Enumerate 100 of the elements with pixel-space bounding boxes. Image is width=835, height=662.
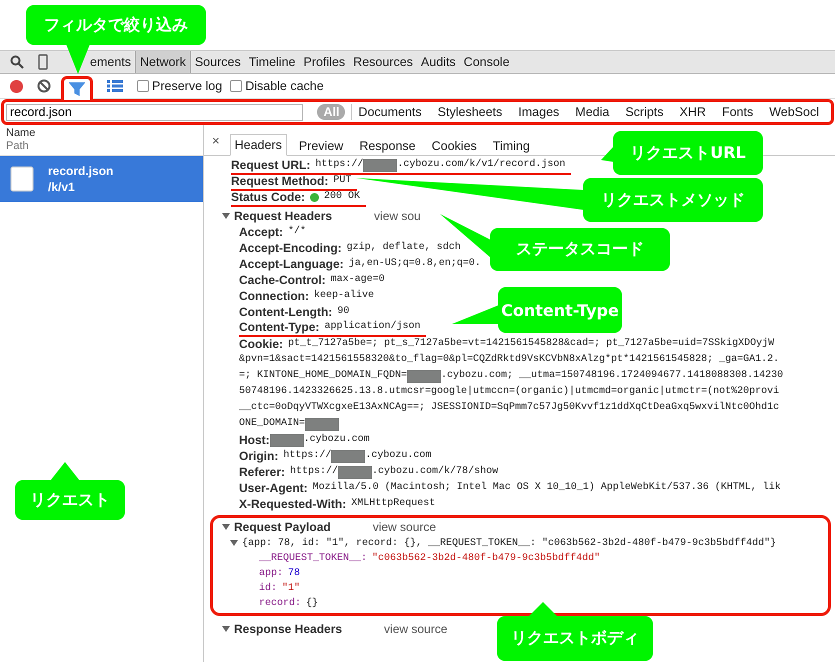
panel-tab[interactable]: Profiles [299,51,350,73]
header-name: Status Code: [231,189,306,205]
payload-summary[interactable]: {app: 78, id: "1", record: {}, __REQUEST_TOKEN__: "c063b562-3b2d-480f-b479-9c3b5bdff4dd"} [242,538,776,548]
property-value: "1" [282,583,300,594]
header-value: keep-alive [314,288,374,303]
view-source-link[interactable]: view source [372,520,436,534]
header-value: Mozilla/5.0 (Macintosh; Intel Mac OS X 10_10_1) AppleWebKit/537.36 (KHTML, lik [312,480,781,495]
disclosure-triangle[interactable] [222,522,230,530]
detail-tab[interactable]: Preview [294,136,348,156]
panel-tab[interactable]: Audits [416,51,460,73]
filter-button[interactable] [61,76,93,100]
disclosure-triangle[interactable] [230,539,238,547]
redacted-block [338,466,372,478]
view-source-link[interactable]: view source [384,622,448,636]
header-value: https:// [290,464,338,479]
section-title[interactable]: Request Headers [234,208,332,222]
property-key: __REQUEST_TOKEN__: [259,553,368,564]
header-value: .cybozu.com/k/78/show [372,464,498,479]
callout: リクエストメソッド [583,178,763,222]
header-value: PUT [333,174,352,188]
header-value: 50748196.1423326625.13.8.utmcsr=google|utmccn=(organic)|utmcmd=organic|utmctr=(not%20provi [239,384,780,399]
redacted-block [270,434,304,446]
header-name: User-Agent: [239,480,308,496]
detail-tab[interactable]: Response [355,136,420,156]
checkbox-label[interactable]: Disable cache [245,79,324,93]
request-path: /k/v1 [48,180,76,194]
checkbox[interactable] [230,80,242,92]
filter-icon[interactable] [69,82,85,96]
header-value: gzip, deflate, sdch [346,240,461,255]
header-name: Connection: [239,288,309,304]
header-value: max-age=0 [330,273,385,287]
property-key: app: [259,568,284,579]
header-value: pt_t_7127a5be=; pt_s_7127a5be=vt=1421561545828&cad=; pt_7127a5be=uid=7SSkigXDOyjW [288,336,774,351]
type-filter[interactable]: Fonts [716,104,760,120]
type-filter[interactable]: Media [569,104,616,120]
redacted-block [407,370,442,382]
header-value: 200 OK [324,190,360,204]
panel-tab[interactable]: Network [135,51,191,73]
header-value: ONE_DOMAIN= [239,417,306,431]
type-filter[interactable]: Images [512,104,566,120]
panel-tab[interactable]: Resources [349,51,417,73]
record-button[interactable] [10,80,23,92]
type-filter[interactable]: Scripts [619,104,670,120]
header-name: X-Requested-With: [239,496,346,512]
section-title[interactable]: Request Payload [234,520,331,534]
header-name: Cache-Control: [239,272,326,288]
header-value: &pvn=1&sact=1421561558320&to_flag=0&pl=CQZdRktd9VsKCVbN8xAlzg*pt*1421561545828; _ga=GA1.2. [239,352,780,367]
header-value: https:// [283,448,332,463]
header-value: .cybozu.com [365,448,432,463]
property-key: id: [259,583,278,594]
checkbox[interactable] [137,80,149,92]
header-name: Accept: [239,224,284,240]
panel-tab[interactable]: Sources [190,51,245,73]
property-value: 78 [288,568,300,579]
disclosure-triangle[interactable] [222,624,230,632]
callout-pointer [50,462,80,481]
close-button[interactable]: × [212,132,220,148]
header-value: =; KINTONE_HOME_DOMAIN_FQDN= [239,369,408,383]
column-header[interactable]: Name [6,127,197,140]
filter-field[interactable]: record.json [6,104,304,120]
detail-tab[interactable]: Headers [230,134,287,156]
phone-icon[interactable] [38,54,48,70]
list-icon[interactable] [107,80,123,92]
redacted-block [331,450,366,462]
header-name: Host: [239,432,270,448]
header-value: __ctc=0oDqyVTWXcgxeE13AxNCAg==; JSESSIONID=SqPmm7c57Jg50Kvvf1z1ddXqCtDeaGxq5wxvilNtc0Ohd1c [239,400,780,415]
checkbox-label[interactable]: Preserve log [152,79,222,93]
header-value: */* [288,224,306,239]
disclosure-triangle[interactable] [222,212,230,220]
section-title[interactable]: Response Headers [234,622,342,636]
type-filter[interactable]: Stylesheets [432,104,508,120]
header-name: Cookie: [239,336,284,352]
callout: リクエストURL [613,131,763,175]
type-filter[interactable]: Documents [351,104,428,120]
callout-pointer [452,305,499,324]
header-name: Request Method: [231,173,328,189]
property-value: "c063b562-3b2d-480f-b479-9c3b5bdff4dd" [372,553,600,564]
panel-tab[interactable]: ements [86,51,135,73]
type-filter[interactable]: XHR [674,104,712,120]
callout: Content-Type [498,287,622,333]
column-header[interactable]: Path [6,140,197,153]
property-key: record: [259,598,302,609]
file-icon [10,166,34,192]
header-name: Accept-Language: [239,256,344,272]
type-filter[interactable]: WebSocl [763,104,825,120]
search-icon[interactable] [10,55,24,69]
header-value: application/json [324,320,420,334]
view-source-link[interactable]: view sou [374,208,421,222]
panel-tab[interactable]: Timeline [244,51,300,73]
clear-icon[interactable] [37,79,51,93]
request-row[interactable]: record.json /k/v1 [0,156,203,202]
header-name: Referer: [239,464,286,480]
header-name: Content-Type: [239,319,320,335]
property-value: {} [306,598,318,609]
redacted-block [305,418,340,430]
detail-tab[interactable]: Timing [488,136,534,156]
panel-tab[interactable]: Console [460,51,514,73]
detail-tab[interactable]: Cookies [428,136,481,156]
header-name: Request URL: [231,157,310,173]
header-value: .cybozu.com/k/v1/record.json [397,158,566,172]
